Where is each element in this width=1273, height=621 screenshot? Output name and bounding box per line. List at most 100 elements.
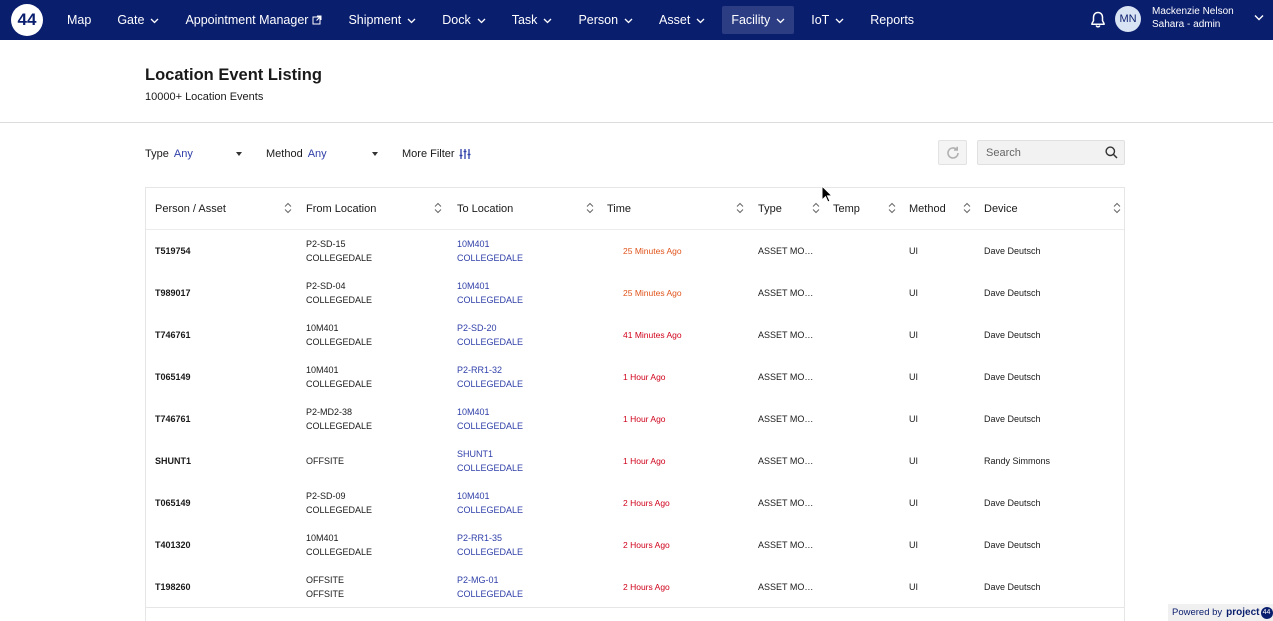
to-location-link[interactable]: 10M401 COLLEGEDALE: [457, 272, 523, 314]
search-input[interactable]: [978, 141, 1098, 164]
time-cell: 2 Hours Ago: [623, 582, 670, 592]
table-row[interactable]: OFFSITE P2-MG-01: [146, 608, 1124, 621]
nav-item-dock[interactable]: Dock: [433, 6, 494, 34]
table-row[interactable]: T989017 P2-SD-04 COLLEGEDALE 10M401 COLLEGED…: [146, 272, 1124, 314]
device-cell: Dave Deutsch: [984, 498, 1041, 508]
to-location-link[interactable]: SHUNT1 COLLEGEDALE: [457, 440, 523, 482]
table-row[interactable]: T065149 10M401 COLLEGEDALE P2-RR1-32 COLLEGE…: [146, 356, 1124, 398]
from-location-cell: OFFSITE: [306, 440, 344, 482]
nav-item-label: Task: [511, 13, 538, 27]
from-location-cell-line: COLLEGEDALE: [306, 505, 373, 515]
nav-item-gate[interactable]: Gate: [108, 6, 168, 34]
from-location-cell-line: OFFSITE: [306, 456, 344, 466]
powered-by-badge[interactable]: Powered by project 44: [1168, 604, 1273, 621]
type-filter[interactable]: Type Any: [145, 148, 242, 160]
table-row[interactable]: SHUNT1 OFFSITE SHUNT1 COLLEGEDALE 1 Hour Ago…: [146, 440, 1124, 482]
device-cell: Dave Deutsch: [984, 246, 1041, 256]
from-location-cell: P2-SD-15 COLLEGEDALE: [306, 230, 372, 272]
to-location-link[interactable]: P2-RR1-32 COLLEGEDALE: [457, 356, 523, 398]
table-row[interactable]: T519754 P2-SD-15 COLLEGEDALE 10M401 COLLEGED…: [146, 230, 1124, 272]
to-location-link-line: 10M401: [457, 491, 490, 501]
column-header-device[interactable]: Device: [984, 188, 1018, 230]
user-info[interactable]: Mackenzie Nelson Sahara - admin: [1152, 6, 1234, 31]
sort-icon[interactable]: [963, 202, 971, 214]
column-header-time[interactable]: Time: [607, 188, 631, 230]
more-filter-label: More Filter: [402, 148, 455, 160]
sort-icon[interactable]: [284, 202, 292, 214]
to-location-link[interactable]: 10M401 COLLEGEDALE: [457, 482, 523, 524]
method-cell: UI: [909, 582, 918, 592]
nav-item-task[interactable]: Task: [503, 6, 562, 34]
type-cell: ASSET MO…: [758, 498, 814, 508]
chevron-down-icon: [407, 18, 416, 24]
sort-icon[interactable]: [586, 202, 594, 214]
refresh-button[interactable]: [938, 140, 967, 165]
method-cell: UI: [909, 372, 918, 382]
type-cell: ASSET MO…: [758, 372, 814, 382]
sort-icon[interactable]: [434, 202, 442, 214]
method-cell: UI: [909, 288, 918, 298]
from-location-cell: OFFSITE: [306, 608, 344, 621]
nav-item-appointment-manager[interactable]: Appointment Manager: [176, 6, 331, 34]
nav-item-label: Asset: [659, 13, 691, 27]
page-header: Location Event Listing 10000+ Location E…: [0, 40, 1273, 123]
chevron-down-icon[interactable]: [1254, 14, 1264, 21]
nav-item-shipment[interactable]: Shipment: [339, 6, 425, 34]
method-filter[interactable]: Method Any: [266, 148, 378, 160]
table-row[interactable]: T746761 P2-MD2-38 COLLEGEDALE 10M401 COLLEGE…: [146, 398, 1124, 440]
from-location-cell-line: OFFSITE: [306, 575, 344, 585]
to-location-link[interactable]: 10M401 COLLEGEDALE: [457, 230, 523, 272]
table-row[interactable]: T198260 OFFSITE OFFSITE P2-MG-01 COLLEGEDALE…: [146, 566, 1124, 608]
nav-item-label: Dock: [442, 13, 471, 27]
column-header-method[interactable]: Method: [909, 188, 946, 230]
avatar[interactable]: MN: [1115, 6, 1141, 32]
method-cell: UI: [909, 456, 918, 466]
to-location-link-line: 10M401: [457, 239, 490, 249]
search-box: [977, 140, 1125, 165]
sort-icon[interactable]: [812, 202, 820, 214]
time-cell: 2 Hours Ago: [623, 498, 670, 508]
nav-item-label: Facility: [731, 13, 771, 27]
nav-item-label: Shipment: [348, 13, 402, 27]
column-header-from-location[interactable]: From Location: [306, 188, 376, 230]
column-header-type[interactable]: Type: [758, 188, 782, 230]
person-asset-cell: T065149: [155, 372, 191, 382]
sort-icon[interactable]: [1113, 202, 1121, 214]
from-location-cell: 10M401 COLLEGEDALE: [306, 356, 372, 398]
to-location-link[interactable]: 10M401 COLLEGEDALE: [457, 398, 523, 440]
bell-icon[interactable]: [1090, 11, 1106, 29]
nav-item-asset[interactable]: Asset: [650, 6, 714, 34]
to-location-link[interactable]: P2-MG-01: [457, 608, 499, 621]
to-location-link[interactable]: P2-RR1-35 COLLEGEDALE: [457, 524, 523, 566]
sort-icon[interactable]: [736, 202, 744, 214]
time-cell: 1 Hour Ago: [623, 456, 666, 466]
time-cell: 2 Hours Ago: [623, 540, 670, 550]
nav-item-map[interactable]: Map: [58, 6, 100, 34]
table-row[interactable]: T065149 P2-SD-09 COLLEGEDALE 10M401 COLLEGED…: [146, 482, 1124, 524]
search-icon[interactable]: [1105, 146, 1118, 159]
from-location-cell-line: COLLEGEDALE: [306, 547, 373, 557]
to-location-link-line: COLLEGEDALE: [457, 589, 524, 599]
to-location-link[interactable]: P2-MG-01 COLLEGEDALE: [457, 566, 523, 608]
device-cell: Dave Deutsch: [984, 288, 1041, 298]
more-filter-button[interactable]: More Filter: [402, 148, 471, 160]
to-location-link[interactable]: P2-SD-20 COLLEGEDALE: [457, 314, 523, 356]
nav-item-reports[interactable]: Reports: [861, 6, 923, 34]
nav-item-label: Person: [578, 13, 619, 27]
nav-item-person[interactable]: Person: [569, 6, 642, 34]
person-asset-cell: T198260: [155, 582, 191, 592]
refresh-icon: [946, 146, 959, 159]
column-header-to-location[interactable]: To Location: [457, 188, 513, 230]
sort-icon[interactable]: [888, 202, 896, 214]
project44-logo[interactable]: 44: [11, 4, 43, 36]
nav-item-iot[interactable]: IoT: [802, 6, 853, 34]
from-location-cell-line: 10M401: [306, 533, 339, 543]
nav-item-facility[interactable]: Facility: [722, 6, 795, 34]
table-row[interactable]: T401320 10M401 COLLEGEDALE P2-RR1-35 COLLEGE…: [146, 524, 1124, 566]
chevron-down-icon: [477, 18, 486, 24]
time-cell: 1 Hour Ago: [623, 414, 666, 424]
table-row[interactable]: T746761 10M401 COLLEGEDALE P2-SD-20 COLLEGED…: [146, 314, 1124, 356]
column-header-person-asset[interactable]: Person / Asset: [155, 188, 226, 230]
time-cell: 25 Minutes Ago: [623, 288, 682, 298]
column-header-temp[interactable]: Temp: [833, 188, 860, 230]
